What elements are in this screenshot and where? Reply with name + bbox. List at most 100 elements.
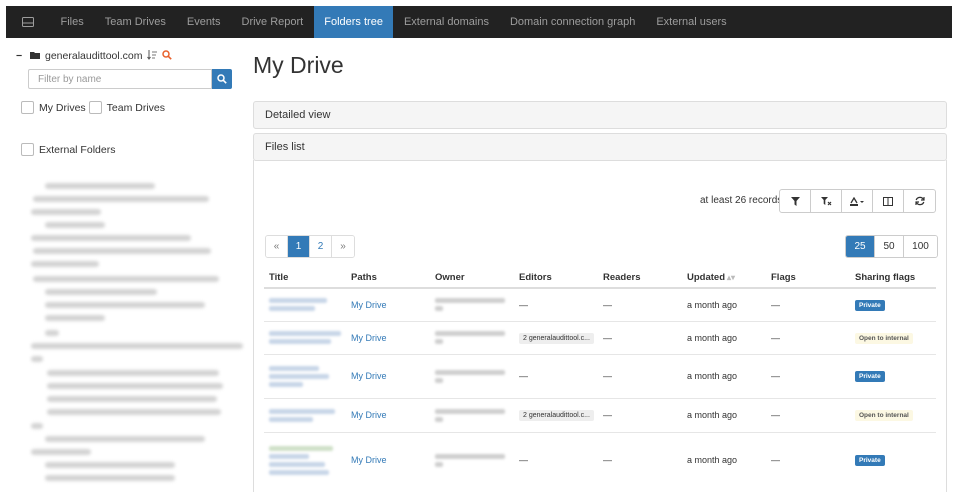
refresh-icon — [914, 196, 925, 206]
tree-item[interactable] — [31, 356, 43, 362]
team-drives-checkbox[interactable] — [88, 101, 102, 114]
file-title[interactable] — [264, 353, 346, 398]
team-drives-label: Team Drives — [106, 101, 166, 114]
file-title[interactable] — [264, 431, 346, 488]
tree-item[interactable] — [33, 276, 219, 282]
pagination-prev[interactable]: « — [266, 236, 288, 257]
tree-item[interactable] — [47, 370, 219, 376]
clear-filter-button[interactable] — [811, 190, 842, 212]
tree-item[interactable] — [31, 235, 191, 241]
tree-item[interactable] — [31, 209, 101, 215]
page-size-50[interactable]: 50 — [875, 236, 904, 257]
page-size-100[interactable]: 100 — [904, 236, 937, 257]
nav-files[interactable]: Files — [50, 6, 94, 38]
col-title[interactable]: Title — [264, 268, 346, 289]
drive-type-filters: My Drives Team Drives — [21, 101, 246, 114]
col-updated[interactable]: Updated ▴▾ — [682, 268, 766, 289]
my-drives-checkbox[interactable] — [21, 101, 34, 114]
tree-item[interactable] — [31, 449, 91, 455]
file-owner — [430, 353, 514, 398]
file-path[interactable]: My Drive — [346, 353, 430, 398]
tree-item[interactable] — [47, 396, 217, 402]
file-updated: a month ago — [682, 431, 766, 488]
tree-item[interactable] — [47, 409, 221, 415]
col-owner[interactable]: Owner — [430, 268, 514, 289]
pagination-page-2[interactable]: 2 — [310, 236, 332, 257]
table-header-row: Title Paths Owner Editors Readers Update… — [264, 268, 936, 289]
sort-icon[interactable] — [147, 49, 158, 63]
filter-search-button[interactable] — [212, 69, 232, 89]
status-badge: Private — [855, 455, 885, 467]
file-path[interactable]: My Drive — [346, 397, 430, 432]
page-title: My Drive — [253, 52, 344, 78]
tree-item[interactable] — [45, 436, 205, 442]
tree-root[interactable]: − generalaudittool.com — [14, 48, 246, 64]
tree-item[interactable] — [31, 261, 99, 267]
sort-icon[interactable]: ▴▾ — [727, 273, 735, 282]
tree-item[interactable] — [47, 383, 223, 389]
page-size-25[interactable]: 25 — [846, 236, 875, 257]
file-path[interactable]: My Drive — [346, 320, 430, 354]
nav-folders-tree[interactable]: Folders tree — [313, 6, 394, 38]
file-editors: — — [514, 287, 598, 321]
external-folders-checkbox[interactable] — [21, 143, 34, 156]
filter-icon — [790, 196, 800, 206]
tree-item[interactable] — [45, 475, 175, 481]
nav-team-drives[interactable]: Team Drives — [94, 6, 176, 38]
pagination-next[interactable]: » — [332, 236, 354, 257]
nav-drive-report[interactable]: Drive Report — [231, 6, 314, 38]
tree-item[interactable] — [45, 222, 105, 228]
status-badge: Private — [855, 371, 885, 382]
tree-item[interactable] — [45, 302, 205, 308]
columns-button[interactable] — [873, 190, 904, 212]
records-count: at least 26 records — [700, 195, 783, 206]
pagination: « 1 2 » — [265, 235, 355, 258]
col-editors[interactable]: Editors — [514, 268, 598, 289]
tree-item[interactable] — [45, 315, 105, 321]
nav-events[interactable]: Events — [176, 6, 231, 38]
col-flags[interactable]: Flags — [766, 268, 850, 289]
tree-item[interactable] — [33, 196, 209, 202]
tree-item[interactable] — [45, 330, 59, 336]
col-sharing-flags[interactable]: Sharing flags — [850, 268, 936, 289]
tree-item[interactable] — [45, 183, 155, 189]
table-row: My Drive — — a month ago — Private — [264, 431, 936, 488]
col-paths[interactable]: Paths — [346, 268, 430, 289]
pagination-page-1[interactable]: 1 — [288, 236, 310, 257]
filter-input[interactable] — [28, 69, 212, 89]
search-icon[interactable] — [162, 49, 173, 63]
tree-item[interactable] — [31, 423, 43, 429]
file-owner — [430, 397, 514, 432]
collapse-icon[interactable]: − — [16, 50, 26, 62]
external-folders-filter: External Folders — [21, 143, 246, 156]
filter-button[interactable] — [780, 190, 811, 212]
table-toolbar — [779, 189, 936, 213]
nav-domain-connection-graph[interactable]: Domain connection graph — [499, 6, 645, 38]
file-title[interactable] — [264, 287, 346, 321]
tree-item[interactable] — [45, 289, 157, 295]
file-editors: — — [514, 353, 598, 398]
tree-item[interactable] — [31, 343, 243, 349]
external-folders-label: External Folders — [39, 143, 116, 156]
drive-icon[interactable] — [6, 6, 50, 38]
col-readers[interactable]: Readers — [598, 268, 682, 289]
file-sharing: Private — [850, 287, 936, 321]
files-list-panel[interactable]: Files list — [253, 133, 947, 161]
tree-item[interactable] — [33, 248, 211, 254]
refresh-button[interactable] — [904, 190, 935, 212]
nav-external-users[interactable]: External users — [646, 6, 737, 38]
detailed-view-panel[interactable]: Detailed view — [253, 101, 947, 129]
file-owner — [430, 287, 514, 321]
editor-chip[interactable]: 2 generalaudittool.c... — [519, 332, 594, 344]
tree-item[interactable] — [45, 462, 175, 468]
editor-chip[interactable]: 2 generalaudittool.c... — [519, 410, 594, 421]
file-updated: a month ago — [682, 320, 766, 354]
file-owner — [430, 320, 514, 354]
nav-external-domains[interactable]: External domains — [393, 6, 499, 38]
file-path[interactable]: My Drive — [346, 431, 430, 488]
file-title[interactable] — [264, 320, 346, 354]
file-path[interactable]: My Drive — [346, 287, 430, 321]
folder-tree-sidebar: − generalaudittool.com My Drives Team Dr… — [14, 48, 246, 492]
file-title[interactable] — [264, 397, 346, 432]
export-dropdown-button[interactable] — [842, 190, 873, 212]
